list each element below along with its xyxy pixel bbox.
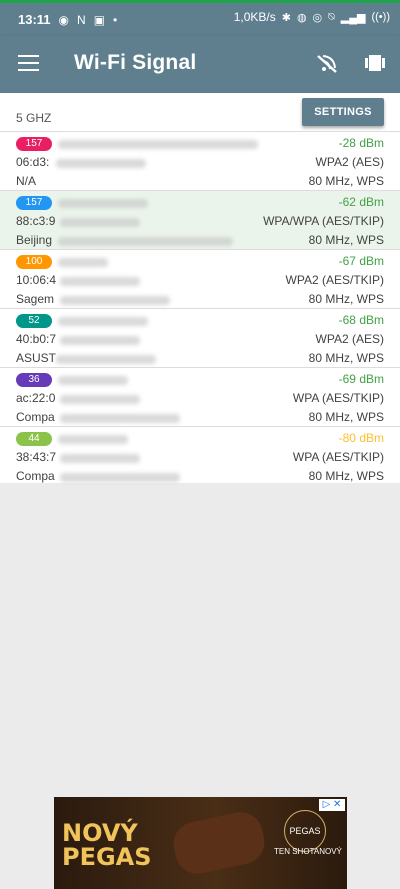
network-row[interactable]: 100 10:06:4 Sagem -67 dBm WPA2 (AES/TKIP…	[0, 249, 400, 308]
status-icons: 1,0KB/s ✱ ◍ ◎ ⍉ ▂▄▆ ((•))	[234, 10, 390, 24]
bssid-redacted	[60, 395, 140, 404]
menu-icon[interactable]	[18, 55, 39, 71]
vendor-redacted	[60, 296, 170, 305]
app-notification-icon: ▣	[93, 12, 106, 27]
bssid: ac:22:0	[16, 391, 56, 405]
more-dot-icon: •	[113, 12, 118, 27]
channel-badge: 36	[16, 373, 52, 387]
channel-badge: 44	[16, 432, 52, 446]
network-row[interactable]: 52 40:b0:7 ASUST -68 dBm WPA2 (AES) 80 M…	[0, 308, 400, 367]
ssid-redacted	[58, 140, 258, 149]
bssid: 40:b0:7	[16, 332, 57, 346]
signal-strength: -68 dBm	[338, 313, 384, 327]
security: WPA (AES/TKIP)	[292, 391, 384, 405]
channel-badge: 157	[16, 196, 52, 210]
network-row[interactable]: 157 06:d3: N/A -28 dBm WPA2 (AES) 80 MHz…	[0, 131, 400, 190]
ssid-redacted	[58, 376, 128, 385]
security: WPA (AES/TKIP)	[292, 450, 384, 464]
bssid: 88:c3:9	[16, 214, 56, 228]
mute-icon: ⍉	[328, 10, 335, 23]
n-app-icon: N	[77, 12, 86, 27]
bssid-redacted	[56, 159, 146, 168]
channel-width: 80 MHz, WPS	[308, 410, 384, 424]
wifi-scan-icon[interactable]	[316, 52, 338, 74]
signal-strength: -80 dBm	[338, 431, 384, 445]
view-mode-icon[interactable]	[364, 52, 386, 74]
signal-icon: ▂▄▆	[340, 11, 366, 24]
channel-badge: 100	[16, 255, 52, 269]
ad-brand-logo: PEGAS	[284, 810, 326, 852]
net-speed: 1,0KB/s	[233, 10, 276, 24]
app-bar: Wi-Fi Signal	[0, 36, 400, 93]
google-icon: ◉	[58, 12, 70, 27]
vendor-redacted	[60, 473, 180, 482]
ad-banner[interactable]: NOVÝ PEGAS PEGAS TEN SHOTANOVÝ ▷ ✕	[54, 797, 347, 889]
signal-strength: -67 dBm	[338, 254, 384, 268]
security: WPA2 (AES/TKIP)	[285, 273, 384, 287]
signal-strength: -28 dBm	[338, 136, 384, 150]
ad-headline-line-1: NOVÝ	[62, 819, 138, 847]
network-list-panel: 5 GHZ SETTINGS 157 06:d3: N/A -28 dBm WP…	[0, 93, 400, 483]
channel-badge: 52	[16, 314, 52, 328]
vendor-redacted	[56, 355, 156, 364]
bssid-redacted	[60, 454, 140, 463]
alarm-icon: ◎	[312, 11, 323, 24]
ad-tagline: TEN SHOTANOVÝ	[274, 847, 342, 856]
network-row[interactable]: 36 ac:22:0 Compa -69 dBm WPA (AES/TKIP) …	[0, 367, 400, 426]
bssid: 06:d3:	[16, 155, 50, 169]
network-row[interactable]: 157 88:c3:9 Beijing -62 dBm WPA/WPA (AES…	[0, 190, 400, 249]
ad-close-icon[interactable]: ▷ ✕	[319, 799, 345, 811]
security: WPA2 (AES)	[315, 155, 384, 169]
ssid-redacted	[58, 258, 108, 267]
channel-width: 80 MHz, WPS	[308, 233, 384, 247]
signal-strength: -62 dBm	[338, 195, 384, 209]
dnd-icon: ◍	[296, 11, 307, 24]
bssid-redacted	[60, 218, 140, 227]
signal-strength: -69 dBm	[338, 372, 384, 386]
ice-cream-image	[169, 808, 269, 878]
bssid-redacted	[60, 336, 140, 345]
wifi-icon: ((•))	[371, 11, 390, 23]
bluetooth-icon: ✱	[281, 11, 291, 24]
bssid-redacted	[60, 277, 140, 286]
vendor-redacted	[60, 414, 180, 423]
channel-badge: 157	[16, 137, 52, 151]
vendor-redacted	[58, 237, 233, 246]
security: WPA2 (AES)	[315, 332, 384, 346]
channel-width: 80 MHz, WPS	[308, 351, 384, 365]
vendor: ASUST	[16, 351, 57, 365]
network-list: 157 06:d3: N/A -28 dBm WPA2 (AES) 80 MHz…	[0, 131, 400, 485]
security: WPA/WPA (AES/TKIP)	[263, 214, 384, 228]
ssid-redacted	[58, 199, 148, 208]
channel-width: 80 MHz, WPS	[308, 469, 384, 483]
clock: 13:11	[18, 12, 51, 27]
channel-width: 80 MHz, WPS	[308, 292, 384, 306]
page-title: Wi-Fi Signal	[74, 51, 197, 74]
bssid: 38:43:7	[16, 450, 57, 464]
ad-headline-line-2: PEGAS	[62, 843, 152, 871]
channel-width: 80 MHz, WPS	[308, 174, 384, 188]
vendor: Compa	[16, 410, 55, 424]
band-section-label: 5 GHZ	[16, 111, 52, 125]
ssid-redacted	[58, 435, 128, 444]
vendor: Compa	[16, 469, 55, 483]
ad-headline: NOVÝ PEGAS	[62, 821, 152, 869]
network-row[interactable]: 44 38:43:7 Compa -80 dBm WPA (AES/TKIP) …	[0, 426, 400, 485]
settings-button[interactable]: SETTINGS	[302, 98, 384, 126]
vendor: Sagem	[16, 292, 55, 306]
ssid-redacted	[58, 317, 148, 326]
status-bar: 13:11 ◉ N ▣ • 1,0KB/s ✱ ◍ ◎ ⍉ ▂▄▆ ((•))	[0, 0, 400, 36]
bssid: 10:06:4	[16, 273, 57, 287]
vendor: N/A	[16, 174, 37, 188]
vendor: Beijing	[16, 233, 53, 247]
